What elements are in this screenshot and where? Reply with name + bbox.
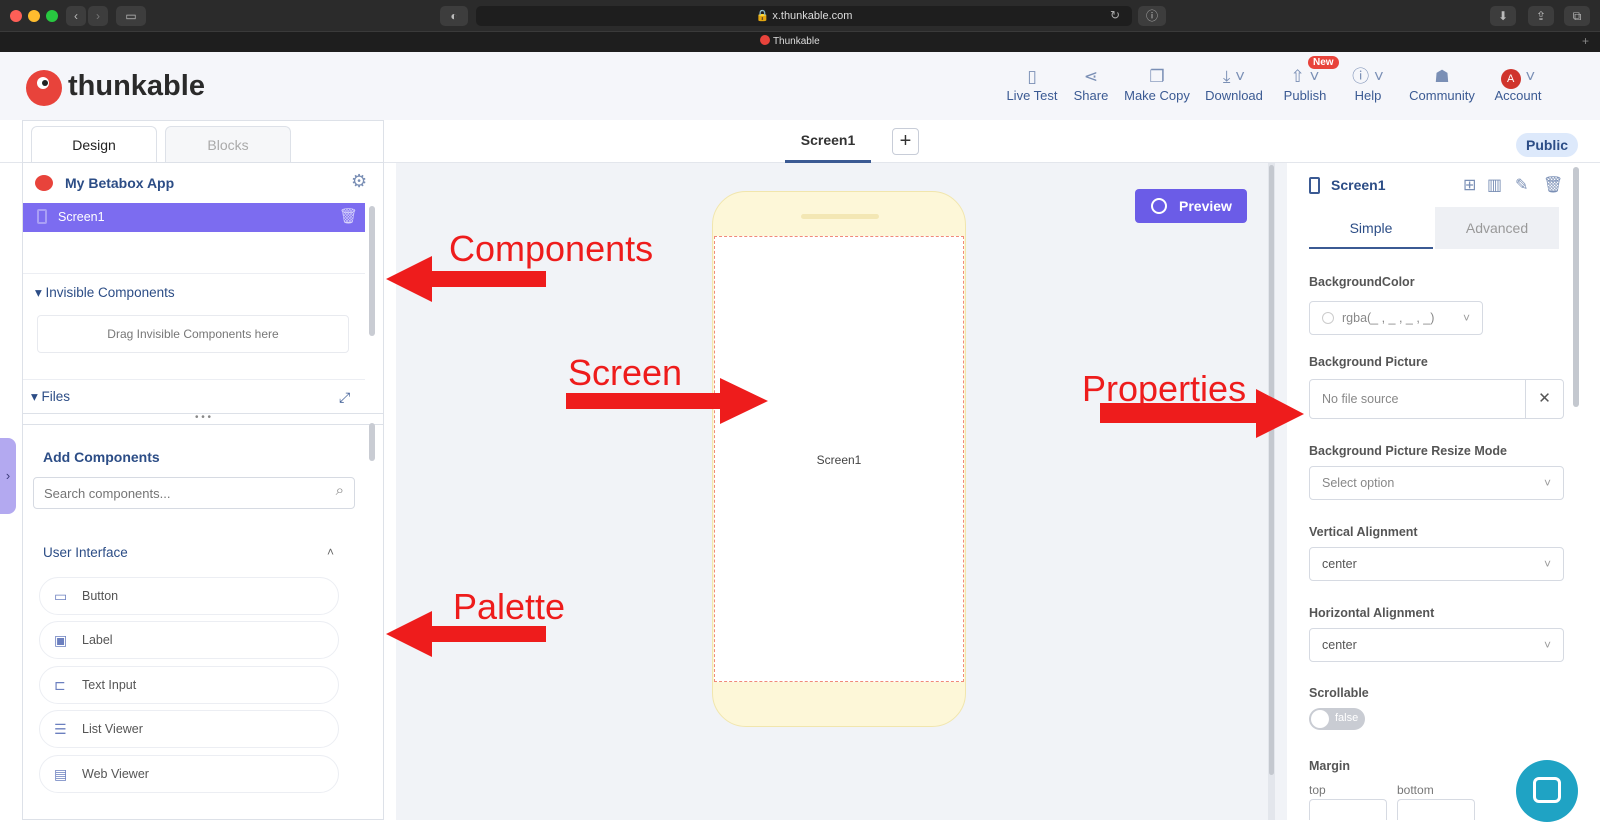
annotation-arrows [386,256,1304,657]
annotation-screen: Screen [568,352,683,393]
annotation-properties: Properties [1082,368,1247,409]
annotation-components: Components [449,228,654,269]
annotation-palette: Palette [453,586,566,627]
